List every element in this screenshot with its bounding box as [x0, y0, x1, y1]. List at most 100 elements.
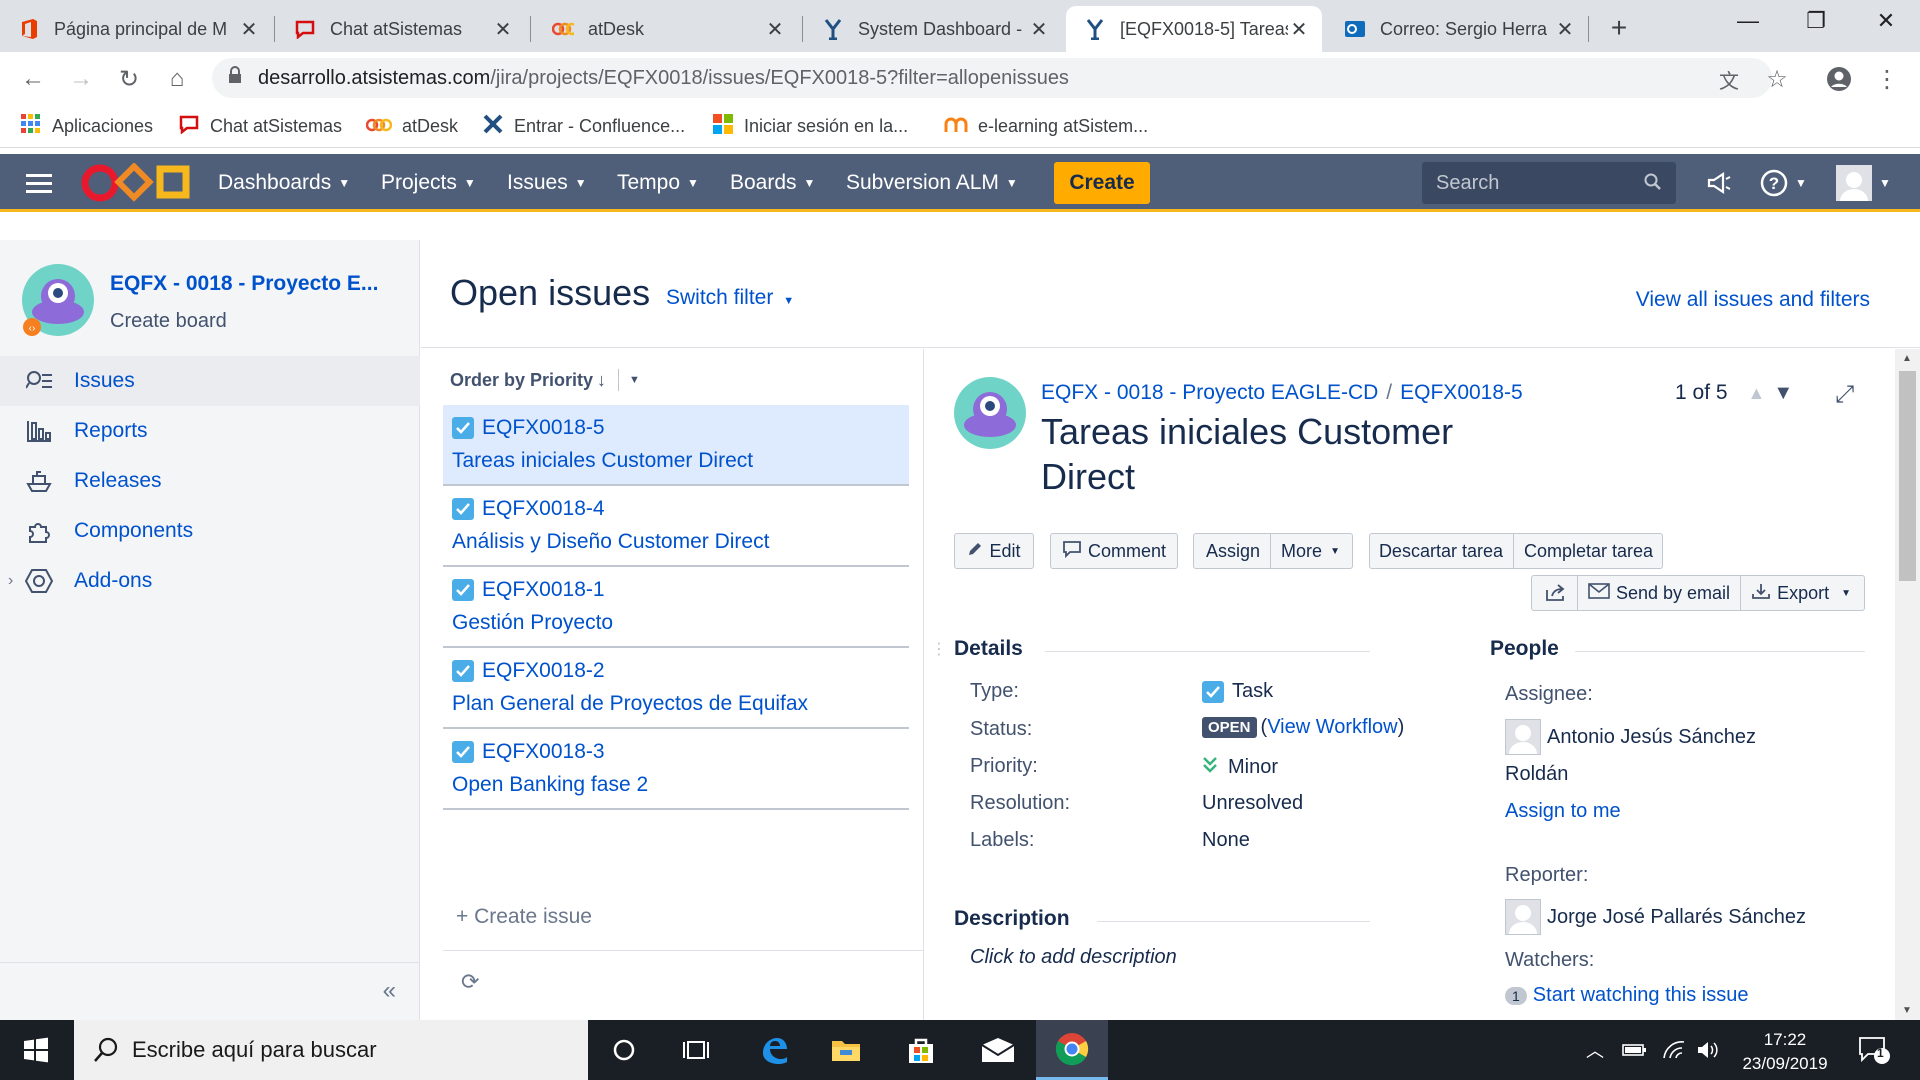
- minimize-icon[interactable]: —: [1728, 8, 1768, 34]
- nav-projects[interactable]: Projects ▼: [381, 154, 476, 212]
- view-all-issues-link[interactable]: View all issues and filters: [1636, 288, 1870, 312]
- view-workflow-link[interactable]: View Workflow: [1267, 716, 1397, 739]
- back-icon[interactable]: ←: [16, 62, 50, 96]
- refresh-icon[interactable]: ⟳: [461, 969, 479, 995]
- nav-dashboards[interactable]: Dashboards ▼: [218, 154, 350, 212]
- browser-tab[interactable]: Correo: Sergio Herra ✕: [1326, 6, 1588, 52]
- sidebar-item-reports[interactable]: Reports: [0, 406, 420, 456]
- bookmark-chat[interactable]: Chat atSistemas: [178, 112, 342, 140]
- new-tab-button[interactable]: +: [1602, 12, 1636, 44]
- wifi-icon[interactable]: [1662, 1020, 1688, 1080]
- list-item[interactable]: EQFX0018-5 Tareas iniciales Customer Dir…: [443, 405, 909, 486]
- sidebar-item-components[interactable]: Components: [0, 506, 420, 556]
- reload-icon[interactable]: ↻: [112, 62, 146, 96]
- cortana-icon[interactable]: [588, 1020, 660, 1080]
- details-heading[interactable]: Details: [954, 637, 1023, 661]
- chrome-icon[interactable]: [1036, 1020, 1108, 1080]
- nav-subversion-alm[interactable]: Subversion ALM ▼: [846, 154, 1018, 212]
- descartar-tarea-button[interactable]: Descartar tarea: [1369, 534, 1513, 568]
- close-window-icon[interactable]: ✕: [1866, 8, 1906, 34]
- project-name[interactable]: EQFX - 0018 - Proyecto E...: [110, 272, 410, 296]
- close-tab-icon[interactable]: ✕: [1554, 17, 1576, 42]
- scrollbar-thumb[interactable]: [1899, 371, 1916, 581]
- close-tab-icon[interactable]: ✕: [492, 17, 514, 42]
- list-item[interactable]: EQFX0018-3 Open Banking fase 2: [443, 729, 909, 810]
- bookmark-star-icon[interactable]: ☆: [1760, 62, 1794, 96]
- reporter-user[interactable]: Jorge José Pallarés Sánchez: [1505, 899, 1806, 935]
- sidebar-item-releases[interactable]: Releases: [0, 456, 420, 506]
- description-heading[interactable]: Description: [954, 907, 1070, 931]
- people-heading[interactable]: People: [1490, 637, 1559, 661]
- profile-icon[interactable]: [1822, 62, 1856, 96]
- edge-icon[interactable]: [738, 1020, 810, 1080]
- project-avatar[interactable]: [954, 377, 1026, 449]
- restore-icon[interactable]: ❐: [1796, 8, 1836, 34]
- translate-icon[interactable]: 文: [1712, 62, 1746, 96]
- show-hidden-icons[interactable]: ︿: [1586, 1020, 1604, 1080]
- list-item[interactable]: EQFX0018-1 Gestión Proyecto: [443, 567, 909, 648]
- switch-filter-button[interactable]: Switch filter ▼: [666, 286, 794, 310]
- browser-tab-active[interactable]: [EQFX0018-5] Tareas ✕: [1066, 6, 1322, 52]
- project-avatar[interactable]: ‹›: [22, 264, 94, 336]
- address-bar[interactable]: desarrollo.atsistemas.com/jira/projects/…: [212, 58, 1772, 98]
- nav-tempo[interactable]: Tempo ▼: [617, 154, 699, 212]
- chevron-right-icon[interactable]: ›: [8, 572, 13, 590]
- create-button[interactable]: Create: [1054, 162, 1150, 204]
- sidebar-item-addons[interactable]: › Add-ons: [0, 556, 420, 606]
- sidebar-item-issues[interactable]: Issues: [0, 356, 420, 406]
- expand-icon[interactable]: ⤢: [1835, 381, 1854, 409]
- completar-tarea-button[interactable]: Completar tarea: [1513, 534, 1663, 568]
- labels-value[interactable]: None: [1202, 829, 1250, 852]
- comment-button[interactable]: Comment: [1050, 533, 1178, 569]
- list-item[interactable]: EQFX0018-2 Plan General de Proyectos de …: [443, 648, 909, 729]
- bookmark-elearning[interactable]: e-learning atSistem...: [944, 112, 1148, 140]
- assignee-user[interactable]: Antonio Jesús Sánchez: [1505, 719, 1756, 755]
- chevron-down-icon[interactable]: ▼: [629, 374, 640, 386]
- create-board-label[interactable]: Create board: [110, 310, 227, 333]
- browser-tab[interactable]: Chat atSistemas ✕: [276, 6, 526, 52]
- collapse-sidebar-icon[interactable]: «: [383, 977, 396, 1005]
- user-avatar-menu[interactable]: ▼: [1836, 154, 1891, 212]
- start-watching-link[interactable]: 1 Start watching this issue: [1505, 984, 1748, 1007]
- edit-button[interactable]: Edit: [954, 533, 1034, 569]
- nav-boards[interactable]: Boards ▼: [730, 154, 815, 212]
- breadcrumb-issue[interactable]: EQFX0018-5: [1400, 381, 1523, 404]
- browser-tab[interactable]: System Dashboard - ✕: [804, 6, 1062, 52]
- atsistemas-logo[interactable]: [80, 154, 192, 212]
- browser-menu-icon[interactable]: ⋮: [1870, 62, 1904, 96]
- next-issue-icon[interactable]: ▼: [1773, 382, 1793, 405]
- home-icon[interactable]: ⌂: [160, 62, 194, 96]
- close-tab-icon[interactable]: ✕: [1028, 17, 1050, 42]
- app-switcher-icon[interactable]: [26, 154, 52, 212]
- system-clock[interactable]: 17:22 23/09/2019: [1730, 1028, 1840, 1076]
- browser-tab[interactable]: Página principal de M ✕: [0, 6, 272, 52]
- share-icon[interactable]: [1535, 576, 1577, 610]
- mail-icon[interactable]: [962, 1020, 1034, 1080]
- close-tab-icon[interactable]: ✕: [1288, 17, 1310, 42]
- bookmark-confluence[interactable]: Entrar - Confluence...: [482, 112, 685, 140]
- forward-icon[interactable]: →: [64, 62, 98, 96]
- store-icon[interactable]: [885, 1020, 957, 1080]
- jira-search-input[interactable]: Search: [1422, 162, 1676, 204]
- browser-tab[interactable]: atDesk ✕: [534, 6, 798, 52]
- assign-to-me-link[interactable]: Assign to me: [1505, 800, 1621, 823]
- list-item[interactable]: EQFX0018-4 Análisis y Diseño Customer Di…: [443, 486, 909, 567]
- bookmark-microsoft[interactable]: Iniciar sesión en la...: [712, 112, 908, 140]
- breadcrumb-project[interactable]: EQFX - 0018 - Proyecto EAGLE-CD: [1041, 381, 1378, 404]
- file-explorer-icon[interactable]: [810, 1020, 882, 1080]
- bookmark-atdesk[interactable]: atDesk: [365, 112, 458, 140]
- export-button[interactable]: Export ▼: [1740, 576, 1861, 610]
- bookmark-apps[interactable]: Aplicaciones: [20, 112, 153, 140]
- previous-issue-icon[interactable]: ▲: [1748, 383, 1766, 404]
- assign-button[interactable]: Assign: [1196, 534, 1270, 568]
- drag-handle-icon[interactable]: ⋮: [931, 639, 947, 659]
- issue-title[interactable]: Tareas iniciales Customer Direct: [1041, 409, 1541, 499]
- scroll-up-icon[interactable]: ▲: [1902, 353, 1912, 364]
- nav-issues[interactable]: Issues ▼: [507, 154, 587, 212]
- task-view-icon[interactable]: [660, 1020, 732, 1080]
- description-field[interactable]: Click to add description: [970, 946, 1177, 969]
- windows-start-icon[interactable]: [0, 1020, 72, 1080]
- action-center-icon[interactable]: 1: [1858, 1020, 1890, 1080]
- create-issue-link[interactable]: + Create issue: [456, 905, 592, 929]
- help-icon[interactable]: ? ▼: [1760, 154, 1807, 212]
